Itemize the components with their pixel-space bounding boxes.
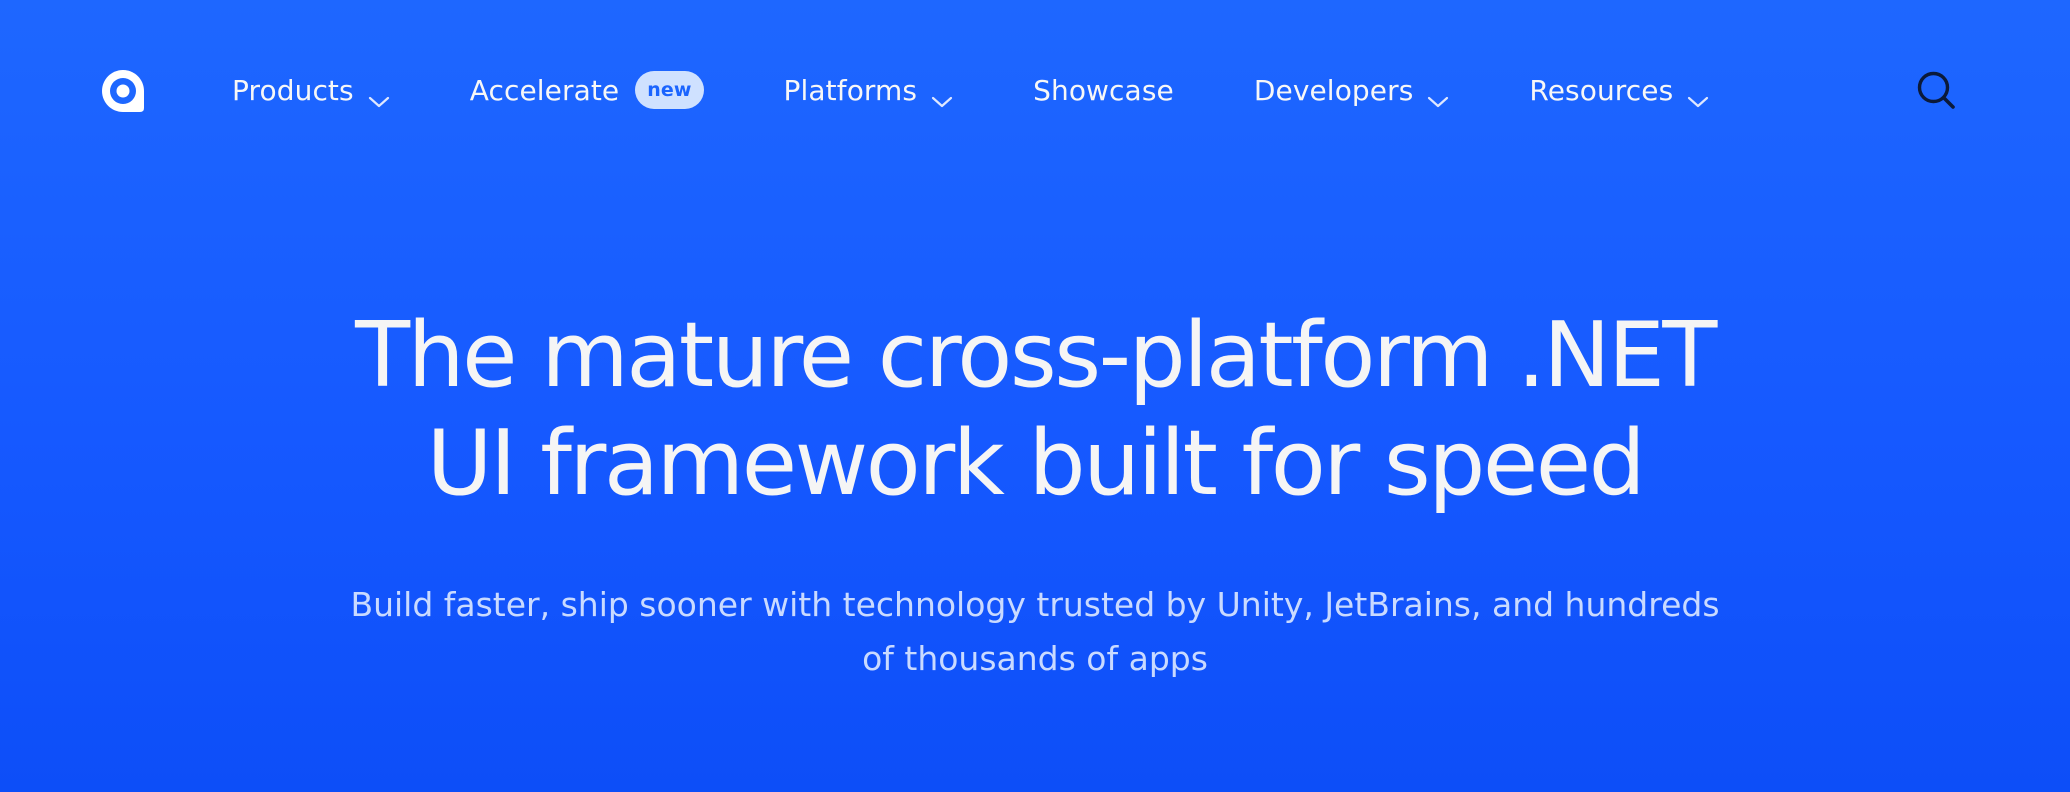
nav-item-showcase[interactable]: Showcase [1033,65,1174,115]
chevron-down-icon [931,83,953,108]
new-badge: new [635,71,704,109]
nav-item-platforms[interactable]: Platforms [784,65,954,115]
main-menu: Products Accelerate new Platforms Showca… [232,65,1709,115]
nav-item-label: Resources [1529,73,1674,107]
search-icon [1917,71,1955,109]
nav-item-label: Accelerate [469,73,620,107]
chevron-down-icon [368,83,390,108]
nav-item-label: Products [232,73,354,107]
nav-item-label: Developers [1253,73,1414,107]
nav-item-label: Platforms [783,73,918,107]
nav-item-accelerate[interactable]: Accelerate new [470,65,704,115]
chevron-down-icon [1687,83,1709,108]
hero-subtitle-line: of thousands of apps [862,639,1208,678]
search-button[interactable] [1916,70,1956,110]
hero-title: The mature cross-platform .NET UI framew… [0,302,2070,518]
avalonia-logo-icon[interactable] [100,68,146,114]
hero-title-line: The mature cross-platform .NET [355,303,1717,408]
nav-item-resources[interactable]: Resources [1529,65,1709,115]
nav-item-label: Showcase [1033,73,1174,107]
nav-item-products[interactable]: Products [232,65,390,115]
top-navigation: Products Accelerate new Platforms Showca… [0,0,2070,182]
nav-item-developers[interactable]: Developers [1254,65,1450,115]
hero-subtitle: Build faster, ship sooner with technolog… [0,578,2070,686]
hero-subtitle-line: Build faster, ship sooner with technolog… [350,585,1720,624]
hero-title-line: UI framework built for speed [426,411,1646,516]
chevron-down-icon [1427,83,1449,108]
